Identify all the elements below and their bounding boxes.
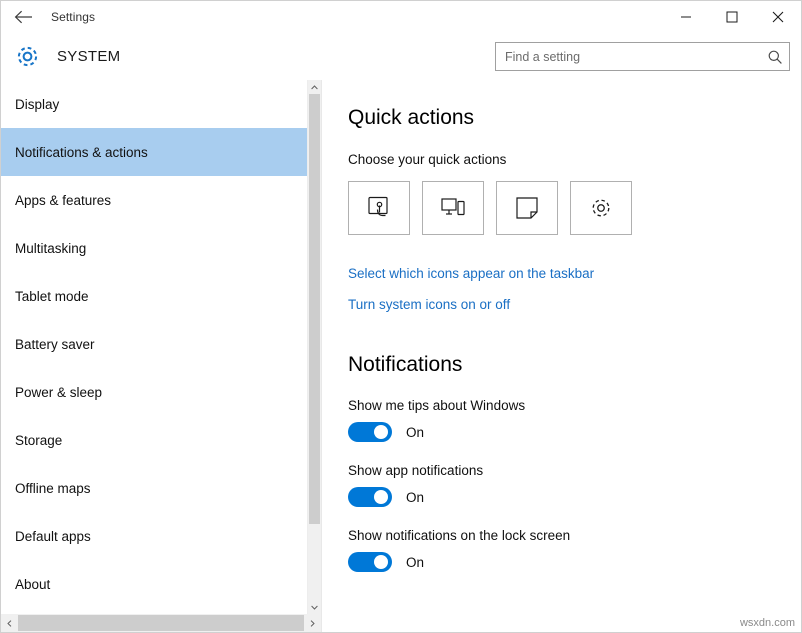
sidebar-item-label: Offline maps bbox=[15, 481, 91, 496]
quick-action-tile-project[interactable] bbox=[422, 181, 484, 235]
chevron-down-icon bbox=[311, 605, 318, 610]
sidebar-item-default-apps[interactable]: Default apps bbox=[1, 512, 307, 560]
close-button[interactable] bbox=[755, 1, 801, 33]
chevron-left-icon bbox=[7, 620, 12, 627]
settings-header: SYSTEM bbox=[1, 33, 801, 79]
sidebar-item-label: Power & sleep bbox=[15, 385, 102, 400]
sidebar-item-label: Multitasking bbox=[15, 241, 86, 256]
setting-label-tips: Show me tips about Windows bbox=[348, 398, 801, 413]
sidebar-item-label: Storage bbox=[15, 433, 62, 448]
sidebar-item-label: Battery saver bbox=[15, 337, 95, 352]
sidebar-item-apps-features[interactable]: Apps & features bbox=[1, 176, 307, 224]
sidebar-horizontal-track[interactable] bbox=[18, 614, 304, 632]
scroll-up-button[interactable] bbox=[308, 80, 321, 94]
sidebar-item-label: Notifications & actions bbox=[15, 145, 148, 160]
notifications-heading: Notifications bbox=[348, 353, 801, 377]
search-icon[interactable] bbox=[761, 43, 789, 70]
maximize-button[interactable] bbox=[709, 1, 755, 33]
select-taskbar-icons-link[interactable]: Select which icons appear on the taskbar bbox=[348, 266, 801, 281]
all-settings-gear-icon bbox=[588, 195, 614, 221]
sidebar: Display Notifications & actions Apps & f… bbox=[1, 80, 322, 632]
minimize-button[interactable] bbox=[663, 1, 709, 33]
page-title: SYSTEM bbox=[57, 48, 120, 65]
sidebar-nav-list: Display Notifications & actions Apps & f… bbox=[1, 80, 307, 614]
search-input[interactable] bbox=[496, 50, 761, 64]
sidebar-horizontal-thumb[interactable] bbox=[18, 615, 304, 631]
quick-action-tile-tablet-mode[interactable] bbox=[348, 181, 410, 235]
scroll-right-button[interactable] bbox=[304, 614, 321, 632]
setting-label-lock-screen: Show notifications on the lock screen bbox=[348, 528, 801, 543]
sidebar-item-about[interactable]: About bbox=[1, 560, 307, 608]
quick-action-tile-note[interactable] bbox=[496, 181, 558, 235]
chevron-right-icon bbox=[310, 620, 315, 627]
back-arrow-icon bbox=[14, 10, 34, 24]
setting-label-app-notifications: Show app notifications bbox=[348, 463, 801, 478]
sidebar-item-tablet-mode[interactable]: Tablet mode bbox=[1, 272, 307, 320]
toggle-knob bbox=[374, 490, 388, 504]
setting-row-tips: On bbox=[348, 422, 801, 442]
settings-window: Settings bbox=[0, 0, 802, 633]
toggle-knob bbox=[374, 425, 388, 439]
sidebar-item-display[interactable]: Display bbox=[1, 80, 307, 128]
back-button[interactable] bbox=[1, 1, 47, 33]
setting-row-app-notifications: On bbox=[348, 487, 801, 507]
sidebar-horizontal-scrollbar[interactable] bbox=[1, 614, 321, 632]
sidebar-item-storage[interactable]: Storage bbox=[1, 416, 307, 464]
settings-body: Display Notifications & actions Apps & f… bbox=[1, 80, 801, 632]
toggle-knob bbox=[374, 555, 388, 569]
quick-action-tile-all-settings[interactable] bbox=[570, 181, 632, 235]
toggle-state-lock-screen: On bbox=[406, 555, 424, 570]
toggle-app-notifications[interactable] bbox=[348, 487, 392, 507]
tablet-mode-icon bbox=[366, 195, 392, 221]
sidebar-item-multitasking[interactable]: Multitasking bbox=[1, 224, 307, 272]
window-title: Settings bbox=[51, 10, 95, 24]
sidebar-item-label: Default apps bbox=[15, 529, 91, 544]
scroll-down-button[interactable] bbox=[308, 600, 321, 614]
sidebar-item-notifications-actions[interactable]: Notifications & actions bbox=[1, 128, 307, 176]
project-display-icon bbox=[440, 195, 466, 221]
quick-action-tiles bbox=[348, 181, 801, 235]
quick-actions-subheading: Choose your quick actions bbox=[348, 152, 801, 167]
quick-actions-heading: Quick actions bbox=[348, 106, 801, 130]
sidebar-item-label: Tablet mode bbox=[15, 289, 89, 304]
chevron-up-icon bbox=[311, 85, 318, 90]
sidebar-item-battery-saver[interactable]: Battery saver bbox=[1, 320, 307, 368]
scroll-left-button[interactable] bbox=[1, 614, 18, 632]
maximize-icon bbox=[726, 11, 738, 23]
sidebar-item-label: Apps & features bbox=[15, 193, 111, 208]
note-icon bbox=[514, 195, 540, 221]
toggle-state-app-notifications: On bbox=[406, 490, 424, 505]
caption-buttons bbox=[663, 1, 801, 33]
minimize-icon bbox=[680, 11, 692, 23]
toggle-lock-screen-notifications[interactable] bbox=[348, 552, 392, 572]
close-icon bbox=[772, 11, 784, 23]
sidebar-item-offline-maps[interactable]: Offline maps bbox=[1, 464, 307, 512]
content-pane: Quick actions Choose your quick actions bbox=[322, 80, 801, 632]
sidebar-scroll-thumb[interactable] bbox=[309, 94, 320, 524]
toggle-show-tips[interactable] bbox=[348, 422, 392, 442]
sidebar-item-label: Display bbox=[15, 97, 59, 112]
gear-icon bbox=[13, 42, 41, 70]
sidebar-item-label: About bbox=[15, 577, 50, 592]
setting-row-lock-screen: On bbox=[348, 552, 801, 572]
title-bar: Settings bbox=[1, 1, 801, 33]
sidebar-item-power-sleep[interactable]: Power & sleep bbox=[1, 368, 307, 416]
watermark: wsxdn.com bbox=[740, 617, 795, 629]
sidebar-vertical-scrollbar[interactable] bbox=[307, 80, 321, 614]
search-box[interactable] bbox=[495, 42, 790, 71]
toggle-state-tips: On bbox=[406, 425, 424, 440]
turn-system-icons-link[interactable]: Turn system icons on or off bbox=[348, 297, 801, 312]
